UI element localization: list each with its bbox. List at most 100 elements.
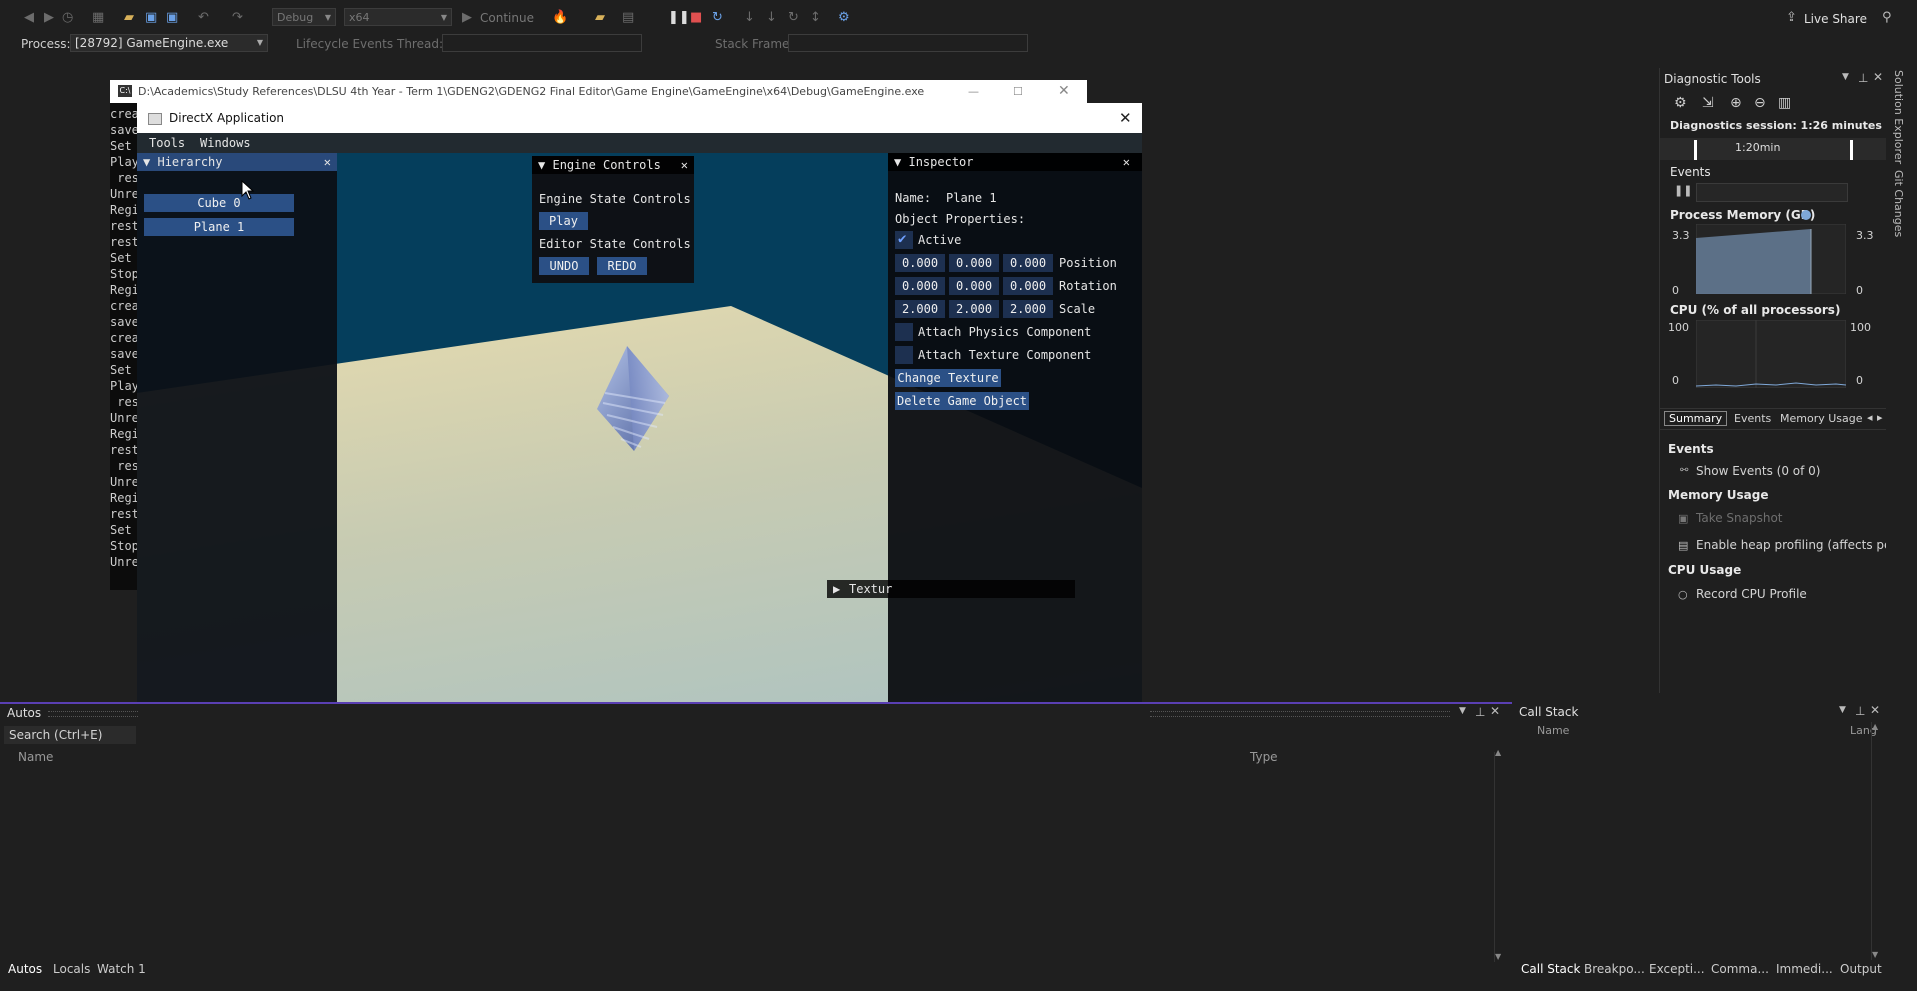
play-button[interactable]: Play	[539, 212, 588, 230]
close-icon[interactable]: ✕	[324, 153, 331, 171]
tab-memory-usage[interactable]: Memory Usage	[1780, 412, 1863, 425]
drag-grip-right[interactable]	[1150, 711, 1450, 717]
tab-command[interactable]: Comma...	[1711, 962, 1769, 976]
close-icon[interactable]: ✕	[1873, 70, 1883, 84]
physics-checkbox[interactable]	[895, 323, 913, 341]
call-stack-scrollbar[interactable]: ▲ ▼	[1871, 722, 1880, 960]
history-icon[interactable]: ◷	[62, 10, 73, 25]
scale-z-field[interactable]: 2.000	[1003, 300, 1053, 318]
drag-grip[interactable]	[48, 711, 138, 717]
close-icon[interactable]: ✕	[681, 156, 688, 174]
record-cpu-button[interactable]: Record CPU Profile	[1696, 587, 1807, 601]
stack-frame-select[interactable]	[788, 34, 1028, 52]
hierarchy-item-plane[interactable]: Plane 1	[144, 218, 294, 236]
rotation-x-field[interactable]: 0.000	[895, 277, 945, 295]
expand-triangle-icon[interactable]: ▶	[833, 582, 840, 596]
tab-watch-1[interactable]: Watch 1	[97, 962, 146, 976]
tab-exceptions[interactable]: Excepti...	[1649, 962, 1705, 976]
step-back-icon[interactable]: ↕	[810, 10, 821, 25]
platform-select[interactable]: x64 ▼	[344, 8, 452, 26]
pin-icon[interactable]: ⊥	[1855, 704, 1865, 718]
close-icon[interactable]: ✕	[1870, 703, 1880, 717]
back-icon[interactable]: ◀	[24, 10, 34, 25]
pause-icon[interactable]: ❚❚	[668, 10, 690, 25]
change-texture-button[interactable]: Change Texture	[895, 369, 1001, 387]
texture-window-collapsed[interactable]: ▶ Textur	[827, 580, 1075, 598]
live-share-button[interactable]: Live Share	[1804, 12, 1867, 26]
continue-icon[interactable]: ▶	[462, 10, 472, 25]
scale-y-field[interactable]: 2.000	[949, 300, 999, 318]
step-into-icon[interactable]: ↓	[744, 10, 755, 25]
chevron-down-icon[interactable]: ▼	[1842, 72, 1849, 82]
rotation-y-field[interactable]: 0.000	[949, 277, 999, 295]
scroll-down-icon[interactable]: ▼	[1495, 952, 1501, 961]
show-events-link[interactable]: Show Events (0 of 0)	[1696, 464, 1820, 478]
position-z-field[interactable]: 0.000	[1003, 254, 1053, 272]
events-track[interactable]	[1696, 183, 1848, 202]
delete-object-button[interactable]: Delete Game Object	[895, 392, 1029, 410]
cpu-section-title[interactable]: CPU (% of all processors)	[1670, 303, 1840, 317]
tab-output[interactable]: Output	[1840, 962, 1882, 976]
timeline-ruler[interactable]: 1:20min	[1660, 138, 1886, 160]
redo-button[interactable]: REDO	[597, 257, 647, 275]
column-header-name[interactable]: Name	[18, 750, 53, 764]
tab-scroll-left-icon[interactable]: ◂	[1867, 411, 1873, 424]
events-section-title[interactable]: Events	[1670, 165, 1711, 179]
lifecycle-events-button[interactable]: Lifecycle Events	[296, 37, 393, 51]
scroll-up-icon[interactable]: ▲	[1872, 722, 1878, 731]
pin-icon[interactable]: ⊥	[1858, 71, 1868, 85]
new-item-icon[interactable]: ▦	[92, 10, 104, 25]
redo-icon[interactable]: ↷	[232, 10, 243, 25]
pin-icon[interactable]: ⊥	[1475, 705, 1485, 719]
scale-x-field[interactable]: 2.000	[895, 300, 945, 318]
heap-profiling-toggle[interactable]: Enable heap profiling (affects perfor	[1696, 538, 1886, 552]
collapse-triangle-icon[interactable]: ▼	[538, 158, 545, 172]
configuration-select[interactable]: Debug ▼	[272, 8, 336, 26]
account-icon[interactable]: ⚲	[1882, 10, 1892, 25]
scroll-up-icon[interactable]: ▲	[1495, 748, 1501, 757]
close-icon[interactable]: ✕	[1490, 704, 1500, 718]
maximize-icon[interactable]: ☐	[1013, 80, 1023, 103]
hierarchy-item-cube[interactable]: Cube 0	[144, 194, 294, 212]
reset-view-icon[interactable]: ▥	[1778, 95, 1791, 111]
close-icon[interactable]: ✕	[1058, 80, 1070, 103]
settings-icon[interactable]: ⚙	[1674, 95, 1687, 111]
tab-scroll-right-icon[interactable]: ▸	[1877, 411, 1883, 424]
close-icon[interactable]: ✕	[1123, 153, 1130, 171]
export-icon[interactable]: ⇲	[1702, 95, 1714, 111]
save-icon[interactable]: ▣	[145, 10, 157, 25]
take-snapshot-button[interactable]: Take Snapshot	[1696, 511, 1783, 525]
restart-icon[interactable]: ↻	[712, 10, 723, 25]
open-folder-icon[interactable]: ▰	[124, 10, 134, 25]
chevron-down-icon[interactable]: ▼	[1459, 706, 1466, 716]
tab-autos[interactable]: Autos	[8, 962, 42, 976]
layout-icon[interactable]: ▤	[622, 10, 634, 25]
memory-section-title[interactable]: Process Memory (GB)	[1670, 208, 1815, 222]
stop-icon[interactable]: ■	[690, 10, 702, 25]
process-select[interactable]: [28792] GameEngine.exe ▼	[70, 34, 268, 52]
menu-tools[interactable]: Tools	[149, 136, 185, 150]
position-x-field[interactable]: 0.000	[895, 254, 945, 272]
forward-icon[interactable]: ▶	[44, 10, 54, 25]
folder-icon[interactable]: ▰	[595, 10, 605, 25]
chevron-down-icon[interactable]: ▼	[1839, 705, 1846, 715]
thread-select[interactable]	[442, 34, 642, 52]
position-y-field[interactable]: 0.000	[949, 254, 999, 272]
tab-locals[interactable]: Locals	[53, 962, 90, 976]
scroll-down-icon[interactable]: ▼	[1872, 950, 1878, 959]
save-all-icon[interactable]: ▣	[166, 10, 178, 25]
step-out-icon[interactable]: ↻	[788, 10, 799, 25]
active-checkbox[interactable]: ✔	[895, 231, 913, 249]
zoom-in-icon[interactable]: ⊕	[1730, 95, 1742, 111]
autos-search-input[interactable]: Search (Ctrl+E)	[4, 726, 136, 744]
collapse-triangle-icon[interactable]: ▼	[143, 155, 150, 169]
performance-icon[interactable]: ⚙	[838, 10, 850, 25]
undo-icon[interactable]: ↶	[198, 10, 209, 25]
hot-reload-icon[interactable]: 🔥	[552, 10, 568, 25]
column-header-name[interactable]: Name	[1537, 724, 1569, 737]
tab-breakpoints[interactable]: Breakpo...	[1584, 962, 1645, 976]
zoom-out-icon[interactable]: ⊖	[1754, 95, 1766, 111]
git-changes-tab[interactable]: Git Changes	[1892, 170, 1905, 237]
menu-windows[interactable]: Windows	[200, 136, 251, 150]
tab-summary[interactable]: Summary	[1664, 411, 1728, 426]
